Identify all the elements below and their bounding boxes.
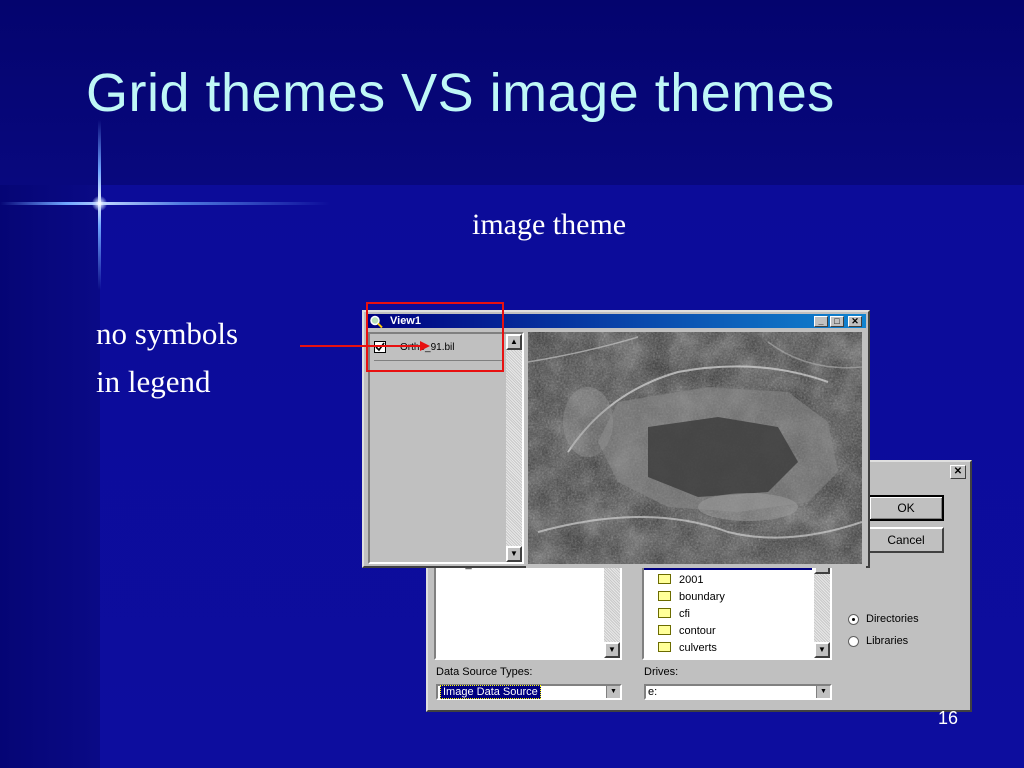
arrow-right-icon xyxy=(300,341,430,351)
scroll-up-arrow[interactable]: ▲ xyxy=(506,334,522,350)
folder-item[interactable]: cfi xyxy=(658,606,725,623)
directories-radio[interactable]: Directories xyxy=(848,608,919,630)
libraries-radio[interactable]: Libraries xyxy=(848,630,919,652)
drives-label: Drives: xyxy=(644,666,679,678)
drives-select[interactable]: e: ▼ xyxy=(644,684,832,700)
theme-file-list[interactable]: Ortho_91.bil ▼ xyxy=(434,556,622,660)
folder-icon xyxy=(658,608,671,619)
cancel-button[interactable]: Cancel xyxy=(868,527,944,553)
radio-empty-icon xyxy=(848,635,859,647)
legend-scrollbar[interactable] xyxy=(506,334,522,562)
folder-item[interactable]: 2001 xyxy=(658,572,725,589)
folder-icon xyxy=(658,642,671,653)
ok-button[interactable]: OK xyxy=(868,495,944,521)
radio-selected-icon xyxy=(848,613,859,625)
data-source-select[interactable]: Image Data Source ▼ xyxy=(436,684,622,700)
decorative-horizontal-line xyxy=(0,202,330,205)
sparkle-icon xyxy=(92,196,107,211)
drive-value: e: xyxy=(648,686,658,698)
directory-list[interactable]: forest 2001 boundary cfi contour culvert… xyxy=(642,556,832,660)
page-number: 16 xyxy=(938,708,959,728)
radio-label: Directories xyxy=(866,613,919,625)
slide-subtitle: image theme xyxy=(472,208,627,241)
scroll-down-arrow[interactable]: ▼ xyxy=(506,546,522,562)
slide-title: Grid themes VS image themes xyxy=(86,63,835,123)
legend-note-line-2: in legend xyxy=(96,364,211,399)
highlight-box xyxy=(366,302,504,372)
scroll-down-arrow[interactable]: ▼ xyxy=(814,642,830,658)
folder-icon xyxy=(658,591,671,602)
chevron-down-icon[interactable]: ▼ xyxy=(606,686,620,698)
folder-label: contour xyxy=(679,625,716,637)
minimize-button[interactable]: _ xyxy=(814,316,828,327)
folder-label: cfi xyxy=(679,608,690,620)
data-source-types-label: Data Source Types: xyxy=(436,666,533,678)
folder-label: 2001 xyxy=(679,574,704,586)
maximize-button[interactable]: □ xyxy=(830,316,844,327)
left-band xyxy=(0,185,100,768)
folder-icon xyxy=(658,574,671,585)
folder-item[interactable]: boundary xyxy=(658,589,725,606)
data-source-value: Image Data Source xyxy=(440,685,541,699)
chevron-down-icon[interactable]: ▼ xyxy=(816,686,830,698)
folder-item[interactable]: culverts xyxy=(658,640,725,657)
legend-note: no symbols in legend xyxy=(96,310,238,406)
radio-label: Libraries xyxy=(866,635,909,647)
aerial-image[interactable] xyxy=(528,332,862,564)
folder-label: culverts xyxy=(679,642,717,654)
folder-item[interactable]: contour xyxy=(658,623,725,640)
legend-note-line-1: no symbols xyxy=(96,316,239,351)
folder-label: boundary xyxy=(679,591,725,603)
dialog-close-button[interactable]: ✕ xyxy=(950,465,966,479)
orthophoto-image xyxy=(528,332,862,564)
scroll-down-arrow[interactable]: ▼ xyxy=(604,642,620,658)
folder-icon xyxy=(658,625,671,636)
close-button[interactable]: ✕ xyxy=(848,316,862,327)
